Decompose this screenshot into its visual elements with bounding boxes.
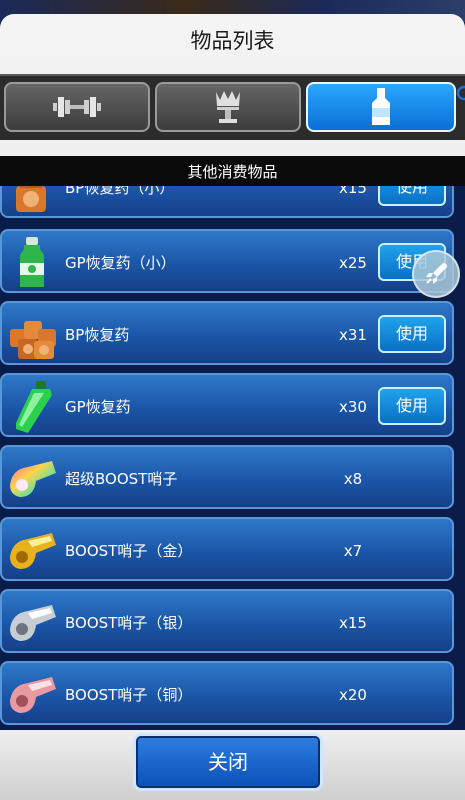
- list-item: BOOST哨子（金） x7: [0, 517, 454, 581]
- category-tab-bar: [0, 74, 465, 140]
- gold-whistle-icon: [10, 533, 56, 569]
- item-name: BOOST哨子（银）: [65, 614, 193, 632]
- list-item: 超级BOOST哨子 x8: [0, 445, 454, 509]
- item-quantity: x31: [339, 326, 367, 344]
- item-name: 超级BOOST哨子: [65, 470, 178, 488]
- rocket-icon: [426, 263, 447, 284]
- page-title: 物品列表: [190, 29, 275, 53]
- tab-trophies[interactable]: [155, 82, 301, 132]
- search-icon[interactable]: [455, 84, 465, 108]
- item-name: GP恢复药: [65, 398, 131, 416]
- item-name: BOOST哨子（铜）: [65, 686, 193, 704]
- list-item: BOOST哨子（铜） x20: [0, 661, 454, 725]
- category-subheader: 其他消费物品: [0, 156, 465, 186]
- gp-bottle-icon: [16, 381, 52, 433]
- bottle-icon: [372, 88, 390, 125]
- list-item: BOOST哨子（银） x15: [0, 589, 454, 653]
- dumbbell-icon: [53, 97, 101, 117]
- item-quantity: x7: [343, 542, 363, 560]
- item-quantity: x8: [343, 470, 363, 488]
- silver-whistle-icon: [10, 605, 56, 641]
- item-name: GP恢复药（小）: [65, 254, 176, 272]
- item-name: BP恢复药: [65, 326, 130, 344]
- list-item: GP恢复药（小） x25 使用: [0, 229, 454, 293]
- tab-consumables[interactable]: [306, 82, 456, 132]
- item-quantity: x25: [339, 254, 367, 272]
- close-button[interactable]: 关闭: [133, 733, 323, 791]
- item-quantity: x20: [339, 686, 367, 704]
- item-name: BOOST哨子（金）: [65, 542, 193, 560]
- use-button[interactable]: 使用: [378, 387, 446, 425]
- bp-bags-icon: [10, 321, 56, 359]
- item-quantity: x15: [339, 614, 367, 632]
- gp-bottle-small-icon: [20, 237, 44, 287]
- item-name: BP恢复药（小）: [65, 186, 175, 197]
- item-list[interactable]: BP恢复药（小） x15 使用 GP恢复药（小） x25 使用 BP恢复药 x3…: [0, 186, 465, 730]
- use-button[interactable]: 使用: [378, 186, 446, 206]
- bronze-whistle-icon: [10, 677, 56, 713]
- use-button[interactable]: 使用: [378, 315, 446, 353]
- item-quantity: x30: [339, 398, 367, 416]
- trophy-icon: [216, 91, 240, 123]
- list-item: GP恢复药 x30 使用: [0, 373, 454, 437]
- bp-bag-icon: [16, 186, 46, 212]
- item-quantity: x15: [339, 186, 367, 197]
- list-item: BP恢复药 x31 使用: [0, 301, 454, 365]
- tab-training[interactable]: [4, 82, 150, 132]
- rainbow-whistle-icon: [10, 461, 56, 497]
- list-item: BP恢复药（小） x15 使用: [0, 186, 454, 218]
- floating-rocket-button[interactable]: [412, 250, 460, 298]
